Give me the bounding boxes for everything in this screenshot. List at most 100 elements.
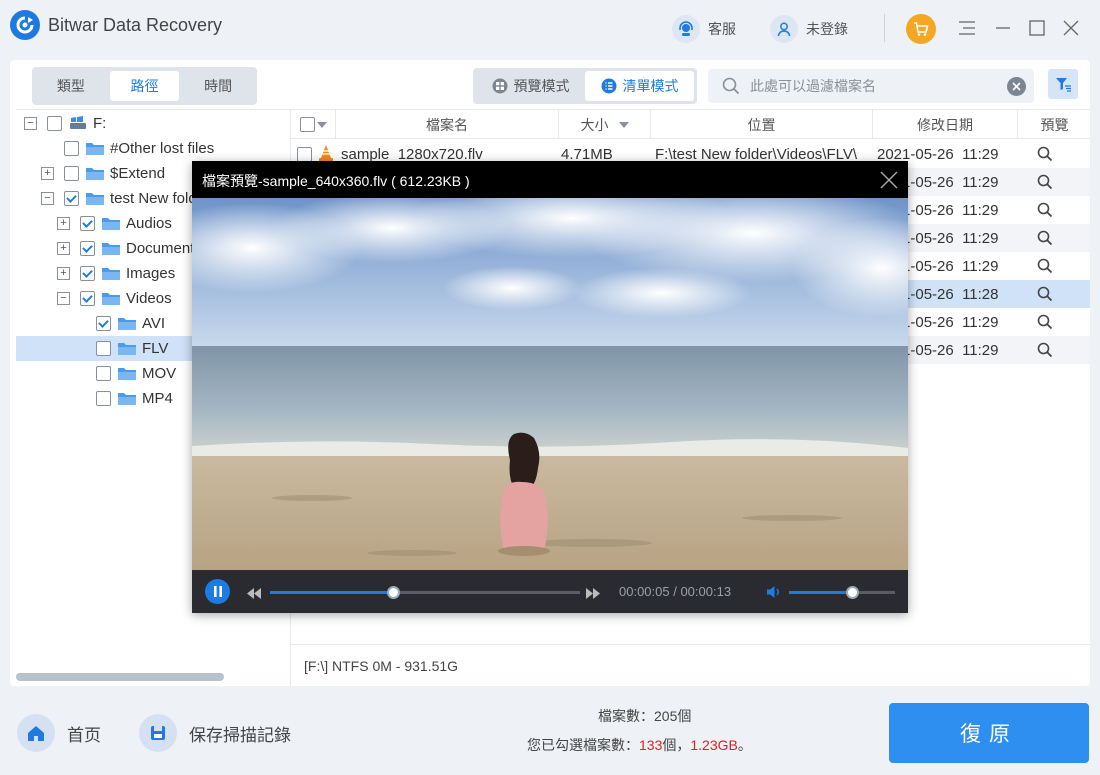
forward-button[interactable] [586,586,600,602]
preview-file-button[interactable] [1037,308,1067,336]
list-mode-button[interactable]: 清單模式 [585,71,694,101]
filter-button[interactable] [1048,69,1078,99]
expand-icon[interactable]: + [57,217,70,230]
video-controls: 00:00:05 / 00:00:13 [192,570,908,613]
filter-icon [1056,78,1071,92]
tree-item-checkbox[interactable] [47,116,62,131]
preview-file-button[interactable] [1037,280,1067,308]
folder-icon [118,368,136,380]
app-logo-icon [10,10,40,40]
playback-time: 00:00:05 / 00:00:13 [619,584,732,599]
volume-icon [767,586,779,598]
tree-horizontal-scrollbar[interactable] [16,673,224,681]
folder-icon [118,318,136,330]
folder-icon [102,268,120,280]
cart-icon[interactable] [906,14,936,44]
file-count-prefix: 檔案數： [598,708,654,724]
preview-file-button[interactable] [1037,224,1067,252]
sort-down-icon [316,121,327,128]
folder-icon [86,193,104,205]
preview-file-button[interactable] [1037,168,1067,196]
maximize-button[interactable] [1024,15,1050,41]
recover-button[interactable]: 復原 [889,703,1089,763]
pause-button[interactable] [205,579,230,604]
list-mode-label: 清單模式 [622,78,679,94]
expand-icon[interactable]: + [41,167,54,180]
seek-handle[interactable] [387,586,400,599]
table-header: 檔案名 大小 位置 修改日期 預覽 [291,110,1090,139]
home-label: 首页 [67,725,101,745]
support-button[interactable]: 客服 [672,14,736,44]
volume-level [789,591,853,594]
row-checkbox[interactable] [297,146,312,162]
menu-button[interactable] [954,15,980,41]
sort-down-icon [618,121,629,128]
folder-icon [86,168,104,180]
video-frame[interactable] [192,198,908,570]
file-count: 檔案數：205個 [598,706,691,726]
drive-status: [F:\] NTFS 0M - 931.51G [290,644,1090,686]
tree-item-label: Videos [126,290,172,307]
search-input[interactable] [750,78,990,94]
home-icon [17,714,55,752]
close-window-button[interactable] [1058,15,1084,41]
preview-title: 檔案預覽-sample_640x360.flv ( 612.23KB ) [202,173,470,189]
tree-item-checkbox[interactable] [64,191,79,206]
tree-item[interactable]: − F: [16,111,296,136]
column-size[interactable]: 大小 [559,110,651,139]
tree-item-checkbox[interactable] [80,266,95,281]
preview-mode-button[interactable]: 預覽模式 [476,71,585,101]
expand-icon[interactable]: + [57,242,70,255]
volume-button[interactable] [767,585,783,602]
close-icon [880,171,898,189]
preview-file-button[interactable] [1037,252,1067,280]
rewind-button[interactable] [247,586,261,602]
tree-item-checkbox[interactable] [96,316,111,331]
headset-icon [672,15,700,43]
volume-handle[interactable] [845,586,859,599]
magnifier-icon [1037,342,1053,358]
preview-file-button[interactable] [1037,196,1067,224]
tab-time[interactable]: 時間 [183,71,253,101]
column-name[interactable]: 檔案名 [336,110,559,139]
column-modified[interactable]: 修改日期 [873,110,1018,139]
clear-search-icon[interactable] [1007,77,1026,96]
tree-item-checkbox[interactable] [96,341,111,356]
seek-bar[interactable] [270,586,580,599]
close-preview-button[interactable] [878,169,900,191]
menu-icon [959,21,975,35]
expand-icon[interactable]: + [57,267,70,280]
tree-item-label: Images [126,265,176,282]
preview-file-button[interactable] [1037,140,1067,168]
tab-type[interactable]: 類型 [36,71,106,101]
tree-item-checkbox[interactable] [80,241,95,256]
login-button[interactable]: 未登錄 [770,14,848,44]
magnifier-icon [1037,174,1053,190]
tree-item-checkbox[interactable] [80,216,95,231]
login-label: 未登錄 [806,21,848,37]
selected-mid: 個， [662,737,691,753]
preview-file-button[interactable] [1037,336,1067,364]
select-all-checkbox[interactable] [299,117,315,132]
minimize-button[interactable] [990,15,1016,41]
magnifier-icon [1037,286,1053,302]
column-location[interactable]: 位置 [651,110,873,139]
file-preview-dialog: 檔案預覽-sample_640x360.flv ( 612.23KB ) 00:… [192,161,908,613]
home-button[interactable]: 首页 [17,714,101,752]
tree-item[interactable]: #Other lost files [16,136,296,161]
tree-item-checkbox[interactable] [80,291,95,306]
tree-item-checkbox[interactable] [96,366,111,381]
magnifier-icon [1037,146,1053,162]
selected-size: 1.23GB [690,737,738,753]
tree-item-checkbox[interactable] [96,391,111,406]
collapse-icon[interactable]: − [41,192,54,205]
fast-forward-icon [586,588,600,599]
volume-slider[interactable] [789,586,895,599]
save-scan-button[interactable]: 保存掃描記錄 [139,714,291,752]
folder-icon [102,218,120,230]
collapse-icon[interactable]: − [24,117,37,130]
tab-path[interactable]: 路徑 [109,71,180,101]
tree-item-checkbox[interactable] [64,166,79,181]
tree-item-checkbox[interactable] [64,141,79,156]
collapse-icon[interactable]: − [57,292,70,305]
